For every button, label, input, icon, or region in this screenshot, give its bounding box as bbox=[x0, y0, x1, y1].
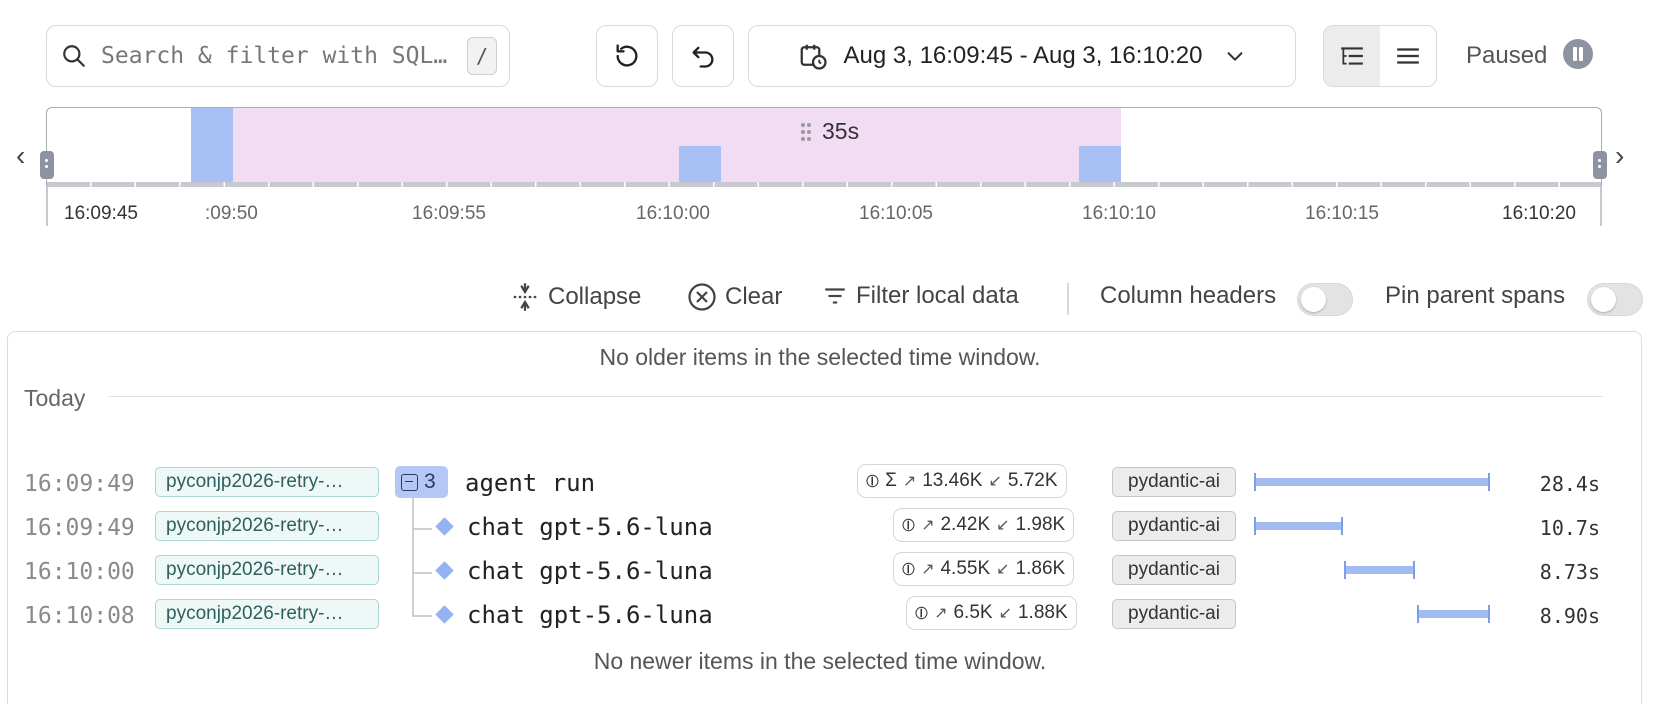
column-headers-toggle[interactable] bbox=[1297, 283, 1353, 316]
coin-icon: ⦶ bbox=[915, 602, 929, 623]
tick-label: 16:10:15 bbox=[1305, 203, 1379, 224]
pause-icon[interactable] bbox=[1563, 39, 1593, 69]
span-name: chat gpt-5.6-luna bbox=[467, 601, 713, 629]
duration-bar bbox=[1254, 473, 1490, 491]
timeline-axis bbox=[47, 182, 1601, 187]
clear-circle-icon bbox=[688, 283, 716, 311]
histogram-bar bbox=[1079, 146, 1121, 187]
row-duration: 8.73s bbox=[1539, 560, 1600, 584]
timeline-next-arrow[interactable]: › bbox=[1615, 140, 1624, 172]
list-view-button[interactable] bbox=[1380, 26, 1436, 86]
child-count-badge[interactable]: 3 bbox=[395, 466, 448, 498]
pin-parent-spans-label: Pin parent spans bbox=[1385, 282, 1566, 309]
selection-duration[interactable]: 35s bbox=[800, 118, 859, 145]
newer-items-notice: No newer items in the selected time wind… bbox=[593, 648, 1047, 674]
selection-range[interactable] bbox=[233, 108, 1121, 187]
service-tag: pyconjp2026-retry-… bbox=[155, 555, 379, 585]
collapse-minus-icon bbox=[401, 473, 418, 491]
span-name: agent run bbox=[465, 469, 596, 497]
group-divider bbox=[108, 396, 1603, 397]
input-arrow-icon: ↗ bbox=[921, 517, 935, 534]
pin-parent-spans-toggle[interactable] bbox=[1587, 283, 1643, 316]
input-arrow-icon: ↗ bbox=[902, 473, 917, 490]
input-arrow-icon: ↗ bbox=[921, 561, 935, 578]
tick-label: 16:10:05 bbox=[859, 203, 933, 224]
sum-icon: Σ bbox=[885, 470, 897, 491]
coin-icon: ⦶ bbox=[902, 514, 916, 535]
coin-icon: ⦶ bbox=[902, 558, 916, 579]
row-duration: 8.90s bbox=[1539, 604, 1600, 628]
undo-icon bbox=[692, 46, 714, 68]
row-timestamp: 16:10:08 bbox=[24, 603, 135, 629]
toolbar-divider bbox=[1067, 283, 1069, 315]
service-tag: pyconjp2026-retry-… bbox=[155, 467, 379, 497]
search-icon bbox=[63, 45, 85, 67]
service-tag: pyconjp2026-retry-… bbox=[155, 511, 379, 541]
refresh-icon bbox=[616, 44, 638, 67]
scope-tag: pydantic-ai bbox=[1112, 467, 1236, 497]
duration-bar bbox=[1417, 605, 1490, 623]
span-name: chat gpt-5.6-luna bbox=[467, 557, 713, 585]
column-headers-label: Column headers bbox=[1100, 282, 1277, 309]
span-name: chat gpt-5.6-luna bbox=[467, 513, 713, 541]
scope-tag: pydantic-ai bbox=[1112, 599, 1236, 629]
input-arrow-icon: ↗ bbox=[934, 605, 948, 622]
output-arrow-icon: ↙ bbox=[996, 517, 1010, 534]
row-timestamp: 16:10:00 bbox=[24, 559, 135, 585]
duration-bar bbox=[1254, 517, 1343, 535]
tick-label: 16:09:55 bbox=[412, 203, 486, 224]
output-arrow-icon: ↙ bbox=[996, 561, 1010, 578]
tick-label: 16:09:45 bbox=[64, 203, 138, 224]
view-toggle bbox=[1323, 25, 1437, 87]
row-timestamp: 16:09:49 bbox=[24, 471, 135, 497]
search-placeholder: Search & filter with SQL… bbox=[101, 43, 448, 69]
calendar-clock-icon bbox=[800, 44, 827, 70]
scope-tag: pydantic-ai bbox=[1112, 511, 1236, 541]
chevron-down-icon bbox=[1228, 52, 1243, 61]
timeline-left-handle[interactable] bbox=[40, 151, 54, 179]
timeline-prev-arrow[interactable]: ‹ bbox=[16, 140, 25, 172]
token-usage: ⦶ ↗ 4.55K ↙ 1.86K bbox=[893, 552, 1075, 586]
coin-icon: ⦶ bbox=[866, 470, 880, 491]
date-range-picker[interactable]: Aug 3, 16:09:45 - Aug 3, 16:10:20 bbox=[748, 25, 1296, 87]
undo-button[interactable] bbox=[672, 25, 734, 87]
row-duration: 10.7s bbox=[1539, 516, 1600, 540]
tick-label: 16:10:10 bbox=[1082, 203, 1156, 224]
timeline-right-handle[interactable] bbox=[1593, 151, 1607, 179]
collapse-icon bbox=[513, 283, 537, 311]
collapse-button[interactable]: Collapse bbox=[510, 282, 641, 312]
filter-icon bbox=[825, 288, 845, 304]
token-usage: ⦶ ↗ 2.42K ↙ 1.98K bbox=[893, 508, 1075, 542]
tree-view-icon bbox=[1341, 47, 1363, 65]
output-arrow-icon: ↙ bbox=[998, 605, 1012, 622]
list-view-icon bbox=[1397, 48, 1419, 64]
output-arrow-icon: ↙ bbox=[988, 473, 1002, 490]
live-status-label: Paused bbox=[1466, 42, 1548, 69]
filter-local-data-button[interactable]: Filter local data bbox=[822, 282, 1019, 310]
drag-handle-icon bbox=[801, 122, 811, 141]
service-tag: pyconjp2026-retry-… bbox=[155, 599, 379, 629]
histogram-bar bbox=[679, 146, 721, 187]
tick-label: :09:50 bbox=[205, 203, 258, 224]
search-input[interactable]: Search & filter with SQL… / bbox=[46, 25, 510, 87]
clear-button[interactable]: Clear bbox=[687, 282, 782, 312]
shortcut-key: / bbox=[467, 37, 497, 75]
row-timestamp: 16:09:49 bbox=[24, 515, 135, 541]
group-label: Today bbox=[24, 385, 86, 411]
token-usage: ⦶ ↗ 6.5K ↙ 1.88K bbox=[906, 596, 1077, 630]
tick-label: 16:10:00 bbox=[636, 203, 710, 224]
date-range-text: Aug 3, 16:09:45 - Aug 3, 16:10:20 bbox=[843, 42, 1203, 69]
histogram-bar bbox=[191, 108, 233, 187]
row-duration: 28.4s bbox=[1539, 472, 1600, 496]
tree-view-button[interactable] bbox=[1324, 26, 1380, 86]
scope-tag: pydantic-ai bbox=[1112, 555, 1236, 585]
token-usage: ⦶ Σ ↗ 13.46K ↙ 5.72K bbox=[857, 464, 1067, 498]
tick-label: 16:10:20 bbox=[1502, 203, 1576, 224]
refresh-button[interactable] bbox=[596, 25, 658, 87]
duration-bar bbox=[1344, 561, 1415, 579]
older-items-notice: No older items in the selected time wind… bbox=[599, 344, 1041, 370]
